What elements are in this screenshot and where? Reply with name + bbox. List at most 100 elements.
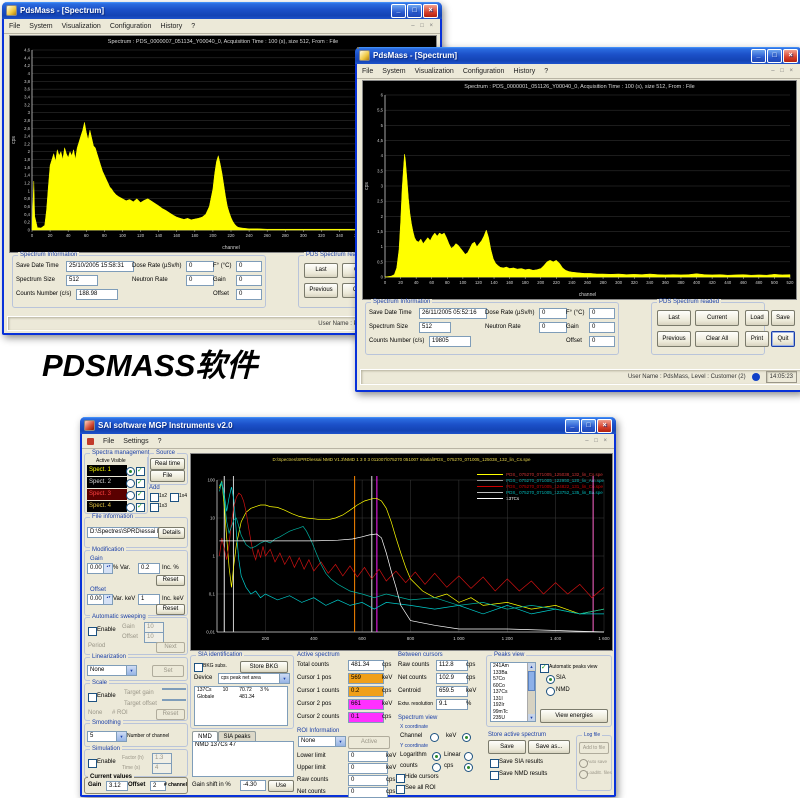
gain-shift-field[interactable]: -4.30: [240, 780, 266, 791]
see-all-roi-checkbox[interactable]: [396, 785, 405, 794]
neutron-rate-field[interactable]: 0: [539, 322, 567, 333]
previous-button[interactable]: Previous: [304, 283, 338, 298]
store-save-as-button[interactable]: Save as...: [528, 740, 570, 754]
close-button[interactable]: ×: [597, 419, 612, 433]
spect-1-active-radio[interactable]: [126, 467, 135, 476]
menu-system[interactable]: System: [382, 68, 405, 75]
maximize-button[interactable]: □: [581, 419, 596, 433]
current-button[interactable]: Current: [695, 310, 739, 326]
bkg-subs-checkbox[interactable]: [194, 663, 203, 672]
mdi-window-controls[interactable]: – □ ×: [771, 68, 795, 74]
automatic-peaks-checkbox[interactable]: [540, 664, 549, 673]
spect-4-visible-checkbox[interactable]: [136, 503, 145, 512]
dose-rate-field[interactable]: 0: [539, 308, 567, 319]
list-item[interactable]: Globale 481.34: [195, 694, 287, 701]
gain-spinner[interactable]: 0.00: [87, 563, 113, 574]
menu-history[interactable]: History: [513, 68, 535, 75]
kev-radio[interactable]: [462, 733, 471, 742]
spectrum-size-field[interactable]: 512: [419, 322, 451, 333]
logarithm-radio[interactable]: [432, 752, 441, 761]
offset-field[interactable]: 0: [589, 336, 615, 347]
add-to-file-button[interactable]: Add to file: [579, 742, 609, 754]
menu-visualization[interactable]: Visualization: [62, 23, 101, 30]
add-1x3-checkbox[interactable]: [150, 503, 159, 512]
channel-radio[interactable]: [430, 733, 439, 742]
gain-inc-field[interactable]: 0.2: [138, 563, 160, 574]
scrollbar[interactable]: [527, 663, 535, 721]
menu-file[interactable]: File: [9, 23, 20, 30]
menu-help[interactable]: ?: [544, 68, 548, 75]
menu-settings[interactable]: Settings: [123, 438, 148, 445]
counts-number-field[interactable]: 19805: [429, 336, 471, 347]
scale-enable-checkbox[interactable]: [88, 693, 97, 702]
lower-limit-field[interactable]: 0: [348, 751, 388, 762]
titlebar[interactable]: PdsMass - [Spectrum] _ □ ×: [2, 2, 442, 19]
sim-time-field[interactable]: 4: [152, 763, 172, 774]
menu-help[interactable]: ?: [158, 438, 162, 445]
offset-spinner[interactable]: 0.00: [87, 594, 113, 605]
temp-field[interactable]: 0: [236, 261, 262, 272]
simulation-enable-checkbox[interactable]: [88, 759, 97, 768]
file-path-field[interactable]: D:\Spectres\SPRD\essai N: [87, 527, 159, 538]
hide-cursors-checkbox[interactable]: [396, 774, 405, 783]
save-date-time-field[interactable]: 25/10/2005 15:58:31: [66, 261, 134, 272]
menu-file[interactable]: File: [362, 68, 373, 75]
real-time-button[interactable]: Real time: [150, 458, 185, 470]
menu-visualization[interactable]: Visualization: [415, 68, 454, 75]
gain-field[interactable]: 0: [589, 322, 615, 333]
sia-results-list[interactable]: 137Cs 10 70.72 3 % Globale 481.34: [194, 686, 288, 726]
add-1x4-checkbox[interactable]: [170, 493, 179, 502]
linearization-dropdown[interactable]: None: [87, 665, 137, 676]
spect-4-active-radio[interactable]: [126, 503, 135, 512]
linear-radio[interactable]: [464, 752, 473, 761]
roi-active-button[interactable]: Active: [348, 736, 390, 749]
menu-history[interactable]: History: [160, 23, 182, 30]
minimize-button[interactable]: _: [391, 4, 406, 18]
multi-spectrum-chart[interactable]: D:\Spectres\SPRD\essai NMD V1.3\NMD 1 3 …: [190, 453, 613, 651]
upper-limit-field[interactable]: 0: [348, 763, 388, 774]
spect-2-active-radio[interactable]: [126, 479, 135, 488]
spect-2-visible-checkbox[interactable]: [136, 479, 145, 488]
menu-configuration[interactable]: Configuration: [110, 23, 152, 30]
store-bkg-button[interactable]: Store BKG: [240, 661, 288, 673]
sweeping-enable-checkbox[interactable]: [88, 627, 97, 636]
scale-reset-button[interactable]: Reset: [156, 709, 185, 720]
gain-field[interactable]: 0: [236, 275, 262, 286]
sia-radio[interactable]: [546, 675, 555, 684]
save-date-time-field[interactable]: 26/11/2005 05:52:16: [419, 308, 487, 319]
last-button[interactable]: Last: [657, 310, 691, 326]
clear-all-button[interactable]: Clear All: [695, 331, 739, 347]
roi-dropdown[interactable]: None: [298, 736, 346, 747]
store-save-button[interactable]: Save: [488, 740, 526, 754]
titlebar[interactable]: SAI software MGP Instruments v2.0 _ □ ×: [80, 417, 616, 434]
temp-field[interactable]: 0: [589, 308, 615, 319]
peaks-listbox[interactable]: 241Am133Ba57Co60Co137Cs131I192Ir99mTc235…: [490, 662, 536, 722]
target-offset-field[interactable]: [162, 699, 186, 701]
gain-reset-button[interactable]: Reset: [156, 575, 185, 586]
details-button[interactable]: Details: [158, 527, 185, 539]
cps-radio[interactable]: [464, 763, 473, 772]
menu-help[interactable]: ?: [191, 23, 195, 30]
next-button[interactable]: Next: [156, 642, 185, 653]
use-button[interactable]: Use: [268, 780, 294, 792]
menu-file[interactable]: File: [103, 438, 114, 445]
nmd-radio[interactable]: [546, 687, 555, 696]
counts-radio[interactable]: [432, 763, 441, 772]
print-button[interactable]: Print: [745, 331, 769, 347]
menu-system[interactable]: System: [29, 23, 52, 30]
spectrum-size-field[interactable]: 512: [66, 275, 98, 286]
spect-3-visible-checkbox[interactable]: [136, 491, 145, 500]
load-button[interactable]: Load: [745, 310, 769, 326]
mdi-window-controls[interactable]: – □ ×: [411, 23, 435, 29]
save-nmd-results-checkbox[interactable]: [490, 771, 499, 780]
smoothing-dropdown[interactable]: 5: [87, 731, 127, 742]
offset-reset-button[interactable]: Reset: [156, 604, 185, 615]
minimize-button[interactable]: _: [565, 419, 580, 433]
previous-button[interactable]: Previous: [657, 331, 691, 347]
add-1x2-checkbox[interactable]: [150, 493, 159, 502]
last-button[interactable]: Last: [304, 263, 338, 278]
view-energies-button[interactable]: View energies: [540, 709, 608, 723]
counts-number-field[interactable]: 188.98: [76, 289, 118, 300]
spectrum-chart[interactable]: Spectrum : PDS_0000001_051126_Y00040_0, …: [362, 80, 797, 300]
target-gain-field[interactable]: [162, 688, 186, 690]
